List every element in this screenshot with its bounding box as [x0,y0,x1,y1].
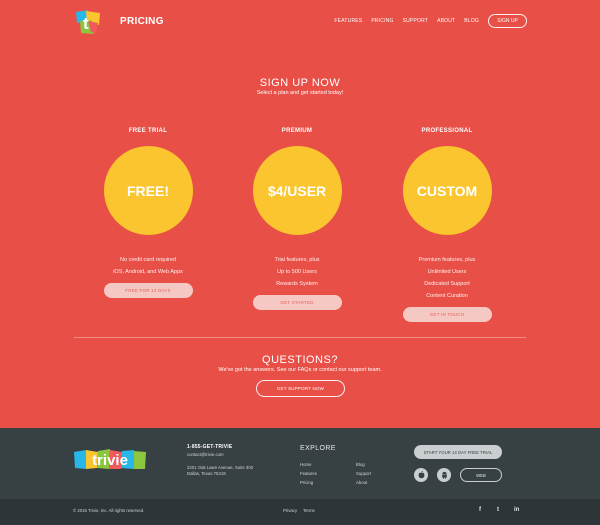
questions-title: QUESTIONS? [262,354,338,366]
plan-name: FREE TRIAL [128,128,168,134]
terms-link[interactable]: Terms [303,508,315,513]
plan-feature: Rewards System [276,281,318,287]
questions-subtitle: We've got the answers. See our FAQs or c… [218,367,382,373]
contact-address-line2: Dallas, Texas 75219 [187,471,226,476]
apple-app-button[interactable] [414,468,428,482]
header: t PRICING FEATURES PRICING SUPPORT ABOUT… [0,0,600,44]
plan-price-circle: $4/USER [252,146,342,235]
hero-title: SIGN UP NOW [259,77,341,89]
explore-column-2: Blog Support About [356,460,371,487]
hero-subtitle: Select a plan and get started today! [256,90,344,96]
linkedin-icon[interactable]: in [514,507,519,513]
pricing-page: t PRICING FEATURES PRICING SUPPORT ABOUT… [0,0,600,525]
plan-feature: Content Curation [426,293,468,299]
explore-column-1: Home Features Pricing [300,460,317,487]
footer-link-features[interactable]: Features [300,469,317,478]
main-nav: FEATURES PRICING SUPPORT ABOUT BLOG SIGN… [325,14,527,28]
apple-icon [418,471,424,479]
plan-features: Trial features, plus Up to 500 Users Rew… [237,254,357,290]
trivie-wordmark-logo[interactable]: trivie [73,447,149,472]
signup-button[interactable]: SIGN UP [488,14,527,28]
footer-link-home[interactable]: Home [300,460,317,469]
plan-premium: PREMIUM $4/USER Trial features, plus Up … [237,128,357,310]
plan-features: No credit card required iOS, Android, an… [88,254,208,278]
plan-feature: Unlimited Users [427,269,467,275]
android-app-button[interactable] [437,468,451,482]
page-title: PRICING [120,16,164,27]
explore-title: EXPLORE [300,445,336,452]
footer-link-pricing[interactable]: Pricing [300,478,317,487]
nav-pricing[interactable]: PRICING [371,18,393,24]
plan-name: PROFESSIONAL [421,128,473,134]
plan-feature: Trial features, plus [274,257,320,263]
plan-feature: Dedicated Support [424,281,470,287]
get-in-touch-button[interactable]: GET IN TOUCH [402,307,492,322]
web-app-button[interactable]: WEB [460,468,502,482]
android-icon [441,471,447,479]
privacy-link[interactable]: Privacy [283,508,297,513]
plan-features: Premium features, plus Unlimited Users D… [387,254,507,302]
get-support-button[interactable]: GET SUPPORT NOW [256,380,345,397]
nav-support[interactable]: SUPPORT [403,18,428,24]
footer-link-support[interactable]: Support [356,469,371,478]
plan-feature: Premium features, plus [418,257,476,263]
section-divider [74,337,526,338]
twitter-icon[interactable]: t [497,507,499,513]
copyright: © 2015 Trivie, Inc. All rights reserved. [73,508,145,513]
nav-blog[interactable]: BLOG [464,18,479,24]
plan-professional: PROFESSIONAL CUSTOM Premium features, pl… [387,128,507,322]
plan-feature: iOS, Android, and Web Apps [113,269,183,275]
free-trial-button[interactable]: FREE FOR 14 DAYS [103,283,193,298]
footer-link-about[interactable]: About [356,478,371,487]
plan-price-circle: CUSTOM [402,146,492,235]
nav-about[interactable]: ABOUT [437,18,455,24]
start-trial-button[interactable]: START YOUR 14 DAY FREE TRIAL [414,445,502,459]
plan-price-circle: FREE! [103,146,193,235]
trivie-logo-icon[interactable]: t [74,9,102,35]
contact-email[interactable]: contact@trivie.com [187,452,253,458]
contact-info: 1-855-GET-TRIVIE contact@trivie.com 2201… [187,444,253,477]
footer: trivie 1-855-GET-TRIVIE contact@trivie.c… [0,428,600,499]
svg-text:t: t [83,14,89,33]
contact-phone[interactable]: 1-855-GET-TRIVIE [187,444,253,450]
plan-feature: No credit card required [120,257,176,263]
logo-wordmark: trivie [92,452,128,469]
footer-bottom: © 2015 Trivie, Inc. All rights reserved.… [0,499,600,525]
get-started-button[interactable]: GET STARTED [252,295,342,310]
plan-free-trial: FREE TRIAL FREE! No credit card required… [88,128,208,298]
plan-feature: Up to 500 Users [277,269,317,275]
facebook-icon[interactable]: f [479,507,481,513]
footer-link-blog[interactable]: Blog [356,460,371,469]
nav-features[interactable]: FEATURES [334,18,362,24]
plan-name: PREMIUM [281,128,313,134]
